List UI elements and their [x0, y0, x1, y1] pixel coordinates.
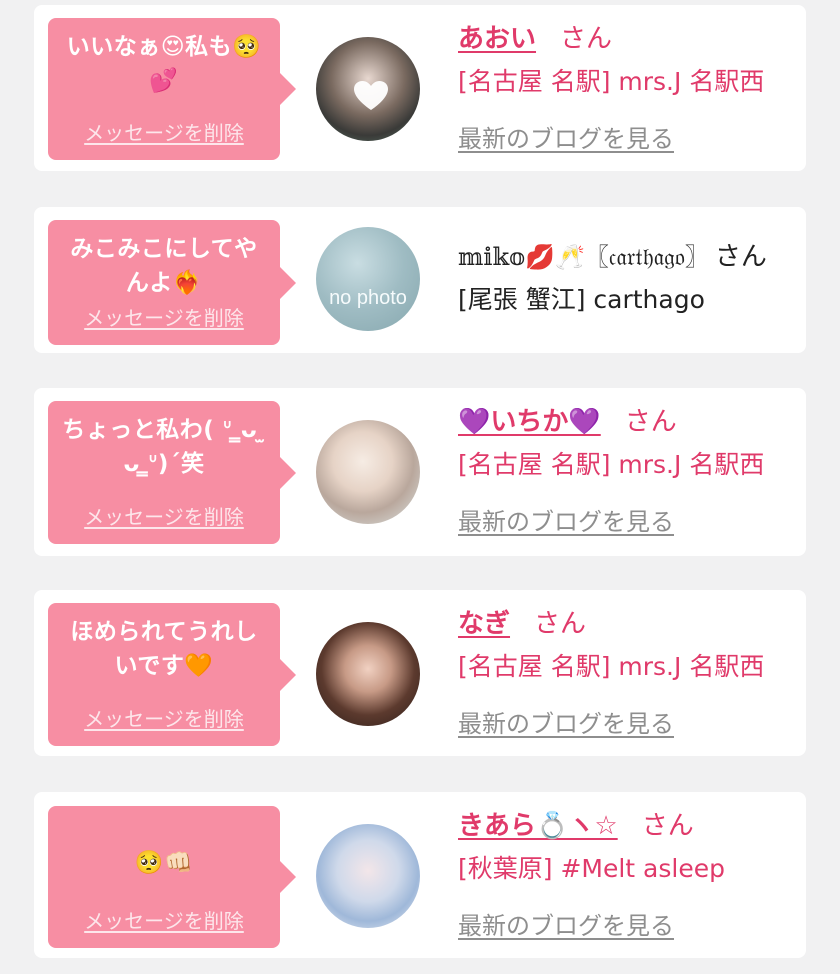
- message-bubble: いいなぁ😍私も🥺💕 メッセージを削除: [48, 18, 296, 160]
- message-bubble: 🥺👊🏻 メッセージを削除: [48, 806, 296, 948]
- message-card: いいなぁ😍私も🥺💕 メッセージを削除 あおい さん [名古屋 名駅] mrs.J …: [34, 5, 806, 171]
- name-line: 💜いちか💜 さん: [458, 404, 796, 440]
- honorific: さん: [641, 811, 694, 841]
- message-bubble: みこみこにしてやんよ❤️‍🔥 メッセージを削除: [48, 220, 296, 345]
- honorific: さん: [624, 407, 677, 437]
- name-line: あおい さん: [458, 21, 796, 57]
- latest-blog-link[interactable]: 最新のブログを見る: [458, 502, 674, 537]
- message-bubble: ちょっと私わ( ᐡ ̳ᴗ ̫ ᴗ ̳ᐡ)´笑 メッセージを削除: [48, 401, 296, 544]
- name-line: きあら💍ヽ☆ さん: [458, 808, 796, 844]
- delete-message-link[interactable]: メッセージを削除: [48, 117, 280, 146]
- avatar[interactable]: no photo: [316, 227, 420, 331]
- profile-info: 𝕞𝕚𝕜𝕠💋🥂〖𝔠𝔞𝔯𝔱𝔥𝔞𝔤𝔬〗 さん [尾張 蟹江] carthago: [458, 239, 796, 317]
- name-line: 𝕞𝕚𝕜𝕠💋🥂〖𝔠𝔞𝔯𝔱𝔥𝔞𝔤𝔬〗 さん: [458, 239, 796, 275]
- message-text: みこみこにしてやんよ❤️‍🔥: [70, 236, 258, 296]
- profile-name-link[interactable]: きあら💍ヽ☆: [458, 811, 618, 841]
- shop-name: [名古屋 名駅] mrs.J 名駅西: [458, 450, 765, 479]
- profile-name-link[interactable]: あおい: [458, 24, 536, 54]
- latest-blog-link[interactable]: 最新のブログを見る: [458, 704, 674, 739]
- message-card: みこみこにしてやんよ❤️‍🔥 メッセージを削除 no photo 𝕞𝕚𝕜𝕠💋🥂〖…: [34, 207, 806, 353]
- delete-message-link[interactable]: メッセージを削除: [48, 302, 280, 331]
- shop-name: [名古屋 名駅] mrs.J 名駅西: [458, 67, 765, 96]
- profile-name-link[interactable]: 💜いちか💜: [458, 407, 601, 437]
- message-card: ほめられてうれしいです🧡 メッセージを削除 なぎ さん [名古屋 名駅] mrs.…: [34, 590, 806, 756]
- delete-message-link[interactable]: メッセージを削除: [48, 501, 280, 530]
- shop-name: [秋葉原] #Melt asleep: [458, 854, 725, 883]
- avatar[interactable]: [316, 420, 420, 524]
- no-photo-label: no photo: [329, 287, 407, 309]
- avatar[interactable]: [316, 824, 420, 928]
- honorific: さん: [534, 609, 587, 639]
- delete-message-link[interactable]: メッセージを削除: [48, 703, 280, 732]
- profile-info: あおい さん [名古屋 名駅] mrs.J 名駅西 最新のブログを見る: [458, 21, 796, 154]
- profile-name-link[interactable]: なぎ: [458, 609, 510, 639]
- profile-info: 💜いちか💜 さん [名古屋 名駅] mrs.J 名駅西 最新のブログを見る: [458, 404, 796, 537]
- shop-name: [名古屋 名駅] mrs.J 名駅西: [458, 652, 765, 681]
- message-text: いいなぁ😍私も🥺💕: [66, 34, 262, 94]
- latest-blog-link[interactable]: 最新のブログを見る: [458, 906, 674, 941]
- honorific: さん: [714, 242, 767, 272]
- message-bubble: ほめられてうれしいです🧡 メッセージを削除: [48, 603, 296, 746]
- name-line: なぎ さん: [458, 606, 796, 642]
- delete-message-link[interactable]: メッセージを削除: [48, 905, 280, 934]
- message-text: 🥺👊🏻: [134, 850, 194, 876]
- message-text: ちょっと私わ( ᐡ ̳ᴗ ̫ ᴗ ̳ᐡ)´笑: [62, 417, 266, 477]
- profile-name: 𝕞𝕚𝕜𝕠💋🥂〖𝔠𝔞𝔯𝔱𝔥𝔞𝔤𝔬〗: [458, 243, 709, 271]
- shop-name: [尾張 蟹江] carthago: [458, 285, 705, 314]
- latest-blog-link[interactable]: 最新のブログを見る: [458, 119, 674, 154]
- message-text: ほめられてうれしいです🧡: [70, 619, 258, 679]
- avatar[interactable]: [316, 37, 420, 141]
- honorific: さん: [560, 24, 613, 54]
- profile-info: きあら💍ヽ☆ さん [秋葉原] #Melt asleep 最新のブログを見る: [458, 808, 796, 941]
- message-card: 🥺👊🏻 メッセージを削除 きあら💍ヽ☆ さん [秋葉原] #Melt asleep…: [34, 792, 806, 958]
- avatar[interactable]: [316, 622, 420, 726]
- message-card: ちょっと私わ( ᐡ ̳ᴗ ̫ ᴗ ̳ᐡ)´笑 メッセージを削除 💜いちか💜 さん …: [34, 388, 806, 556]
- heart-sticker-icon: [354, 81, 388, 110]
- profile-info: なぎ さん [名古屋 名駅] mrs.J 名駅西 最新のブログを見る: [458, 606, 796, 739]
